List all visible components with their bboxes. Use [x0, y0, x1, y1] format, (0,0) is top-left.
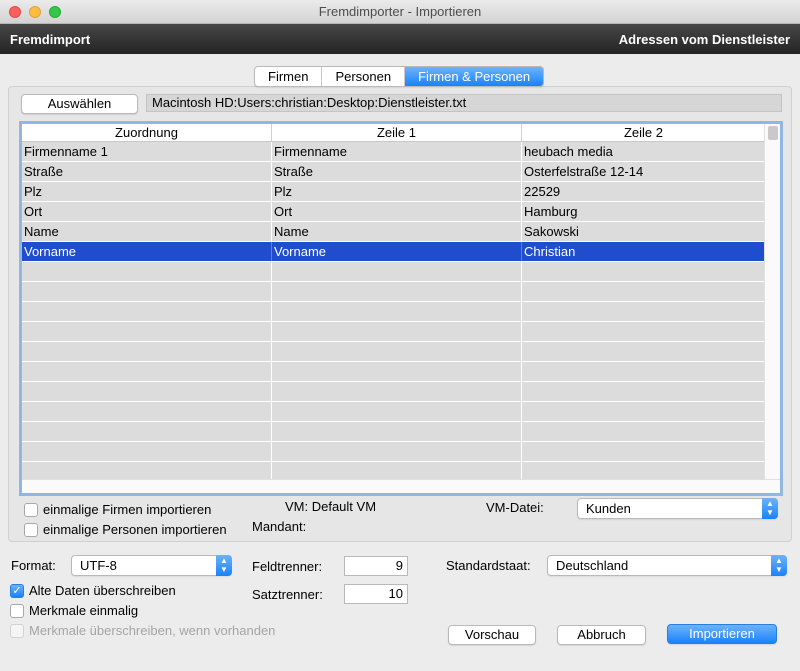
empty-row[interactable]	[22, 302, 766, 322]
empty-row[interactable]	[22, 322, 766, 342]
format-value: UTF-8	[80, 558, 117, 573]
table-cell: Firmenname	[272, 142, 522, 161]
mandant-label: Mandant:	[252, 519, 307, 534]
table-row-selected[interactable]: Vorname Vorname Christian	[22, 242, 766, 262]
chevron-up-down-icon: ▲ ▼	[771, 555, 787, 576]
scrollbar-thumb[interactable]	[768, 126, 778, 140]
horizontal-scrollbar[interactable]	[22, 479, 780, 493]
tab-firmen-personen[interactable]: Firmen & Personen	[405, 67, 544, 86]
record-separator-input[interactable]: 10	[344, 584, 408, 604]
table-row[interactable]: Firmenname 1 Firmenname heubach media	[22, 142, 766, 162]
default-country-select[interactable]: Deutschland ▲ ▼	[547, 555, 787, 576]
table-cell: Straße	[22, 162, 272, 181]
field-separator-input[interactable]: 9	[344, 556, 408, 576]
table-cell: Plz	[22, 182, 272, 201]
table-cell: Ort	[272, 202, 522, 221]
dialog-header: Fremdimport Adressen vom Dienstleister	[0, 24, 800, 54]
empty-row[interactable]	[22, 342, 766, 362]
record-separator-label: Satztrenner:	[252, 587, 323, 602]
column-header-zeile-2[interactable]: Zeile 2	[522, 124, 766, 141]
table-cell: Christian	[522, 242, 766, 261]
cancel-button[interactable]: Abbruch	[557, 625, 646, 645]
features-overwrite-label: Merkmale überschreiben, wenn vorhanden	[29, 623, 276, 638]
table-cell: Sakowski	[522, 222, 766, 241]
table-row[interactable]: Name Name Sakowski	[22, 222, 766, 242]
table-body: Firmenname 1 Firmenname heubach media St…	[22, 142, 766, 482]
vertical-scrollbar[interactable]	[764, 124, 780, 493]
unique-persons-checkbox[interactable]	[24, 523, 38, 537]
table-cell: Plz	[272, 182, 522, 201]
default-country-label: Standardstaat:	[446, 558, 531, 573]
table-cell: Hamburg	[522, 202, 766, 221]
vm-file-select[interactable]: Kunden ▲ ▼	[577, 498, 778, 519]
file-path-field: Macintosh HD:Users:christian:Desktop:Die…	[146, 94, 782, 112]
tab-personen[interactable]: Personen	[322, 67, 406, 86]
format-select[interactable]: UTF-8 ▲ ▼	[71, 555, 232, 576]
window-titlebar: Fremdimporter - Importieren	[0, 0, 800, 24]
column-header-zuordnung[interactable]: Zuordnung	[22, 124, 272, 141]
features-once-label[interactable]: Merkmale einmalig	[29, 603, 138, 618]
header-subtitle: Adressen vom Dienstleister	[618, 32, 790, 47]
vm-file-value: Kunden	[586, 501, 631, 516]
empty-row[interactable]	[22, 382, 766, 402]
table-cell: Firmenname 1	[22, 142, 272, 161]
table-cell: Vorname	[22, 242, 272, 261]
empty-row[interactable]	[22, 282, 766, 302]
window-title: Fremdimporter - Importieren	[318, 4, 482, 19]
empty-row[interactable]	[22, 402, 766, 422]
table-cell: Vorname	[272, 242, 522, 261]
import-button[interactable]: Importieren	[667, 624, 777, 644]
table-cell: Name	[272, 222, 522, 241]
tab-firmen[interactable]: Firmen	[255, 67, 323, 86]
unique-companies-label[interactable]: einmalige Firmen importieren	[43, 502, 211, 517]
empty-row[interactable]	[22, 442, 766, 462]
vm-info-text: VM: Default VM	[285, 499, 377, 514]
table-header: Zuordnung Zeile 1 Zeile 2	[22, 124, 766, 142]
table-cell: Straße	[272, 162, 522, 181]
import-mode-tabs: Firmen Personen Firmen & Personen	[254, 66, 545, 87]
empty-row[interactable]	[22, 362, 766, 382]
header-title: Fremdimport	[10, 32, 91, 47]
default-country-value: Deutschland	[556, 558, 629, 573]
unique-companies-checkbox[interactable]	[24, 503, 38, 517]
chevron-up-down-icon: ▲ ▼	[762, 498, 778, 519]
mapping-table[interactable]: Zuordnung Zeile 1 Zeile 2 Firmenname 1 F…	[19, 121, 783, 496]
checkmark-icon: ✓	[12, 585, 22, 597]
chevron-up-down-icon: ▲ ▼	[216, 555, 232, 576]
preview-button[interactable]: Vorschau	[448, 625, 536, 645]
table-cell: Name	[22, 222, 272, 241]
table-cell: Osterfelstraße 12-14	[522, 162, 766, 181]
field-separator-label: Feldtrenner:	[252, 559, 323, 574]
column-header-zeile-1[interactable]: Zeile 1	[272, 124, 522, 141]
choose-file-button[interactable]: Auswählen	[21, 94, 138, 114]
empty-row[interactable]	[22, 422, 766, 442]
table-row[interactable]: Plz Plz 22529	[22, 182, 766, 202]
table-row[interactable]: Straße Straße Osterfelstraße 12-14	[22, 162, 766, 182]
table-cell: heubach media	[522, 142, 766, 161]
table-row[interactable]: Ort Ort Hamburg	[22, 202, 766, 222]
unique-persons-label[interactable]: einmalige Personen importieren	[43, 522, 227, 537]
table-cell: 22529	[522, 182, 766, 201]
table-cell: Ort	[22, 202, 272, 221]
features-overwrite-checkbox	[10, 624, 24, 638]
features-once-checkbox[interactable]	[10, 604, 24, 618]
format-label: Format:	[11, 558, 56, 573]
overwrite-data-label[interactable]: Alte Daten überschreiben	[29, 583, 176, 598]
empty-row[interactable]	[22, 262, 766, 282]
vm-file-label: VM-Datei:	[486, 500, 544, 515]
overwrite-data-checkbox[interactable]: ✓	[10, 584, 24, 598]
